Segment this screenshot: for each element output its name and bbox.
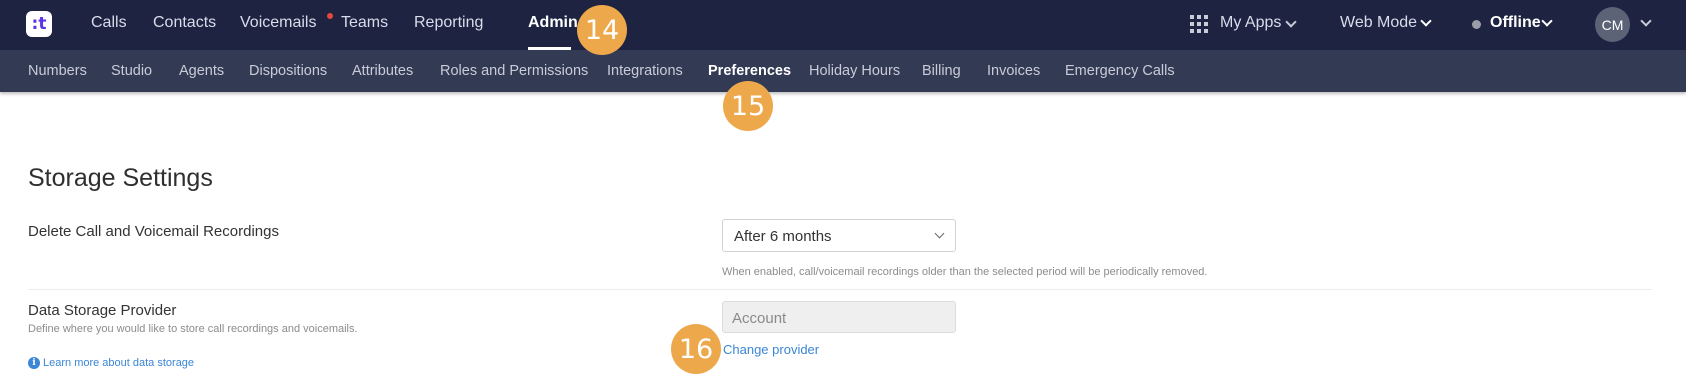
nav-voicemails[interactable]: Voicemails — [240, 14, 316, 32]
delete-recordings-help: When enabled, call/voicemail recordings … — [722, 266, 1208, 278]
delete-recordings-value: After 6 months — [734, 228, 832, 245]
subnav-studio[interactable]: Studio — [111, 63, 152, 79]
step-badge-16: 16 — [671, 324, 721, 374]
user-avatar[interactable]: CM — [1595, 7, 1630, 42]
info-icon: i — [28, 357, 40, 369]
step-badge-15: 15 — [723, 81, 773, 131]
voicemail-notification-dot — [327, 13, 333, 19]
storage-provider-field: Account — [722, 301, 956, 333]
logo-icon: :t — [31, 13, 47, 34]
subnav-roles-and-permissions[interactable]: Roles and Permissions — [440, 63, 588, 79]
page-title: Storage Settings — [28, 164, 213, 192]
status-indicator-icon — [1472, 20, 1481, 29]
nav-reporting[interactable]: Reporting — [414, 14, 483, 32]
subnav-holiday-hours[interactable]: Holiday Hours — [809, 63, 900, 79]
status-menu[interactable]: Offline — [1490, 14, 1541, 32]
chevron-down-icon[interactable] — [1420, 15, 1432, 27]
subnav-integrations[interactable]: Integrations — [607, 63, 683, 79]
delete-recordings-select[interactable]: After 6 months — [722, 219, 956, 252]
chevron-down-icon[interactable] — [1640, 15, 1652, 27]
chevron-down-icon — [934, 228, 945, 239]
subnav-dispositions[interactable]: Dispositions — [249, 63, 327, 79]
change-provider-link[interactable]: Change provider — [723, 342, 819, 357]
delete-recordings-label: Delete Call and Voicemail Recordings — [28, 223, 279, 240]
top-nav-bar: :t Calls Contacts Voicemails Teams Repor… — [0, 0, 1686, 50]
learn-more-link[interactable]: Learn more about data storage — [43, 357, 194, 369]
admin-sub-nav: Numbers Studio Agents Dispositions Attri… — [0, 50, 1686, 92]
subnav-agents[interactable]: Agents — [179, 63, 224, 79]
subnav-invoices[interactable]: Invoices — [987, 63, 1040, 79]
nav-teams[interactable]: Teams — [341, 14, 388, 32]
subnav-preferences[interactable]: Preferences — [708, 63, 791, 79]
data-storage-provider-label: Data Storage Provider — [28, 302, 177, 319]
section-divider — [28, 289, 1652, 290]
subnav-billing[interactable]: Billing — [922, 63, 961, 79]
app-logo[interactable]: :t — [26, 11, 52, 37]
subnav-emergency-calls[interactable]: Emergency Calls — [1065, 63, 1175, 79]
subnav-numbers[interactable]: Numbers — [28, 63, 87, 79]
apps-grid-icon[interactable] — [1190, 15, 1208, 33]
chevron-down-icon[interactable] — [1285, 16, 1297, 28]
nav-admin[interactable]: Admin — [528, 14, 578, 32]
data-storage-provider-description: Define where you would like to store cal… — [28, 323, 358, 335]
nav-contacts[interactable]: Contacts — [153, 14, 216, 32]
my-apps-menu[interactable]: My Apps — [1220, 14, 1281, 32]
web-mode-menu[interactable]: Web Mode — [1340, 14, 1417, 32]
chevron-down-icon[interactable] — [1541, 15, 1553, 27]
step-badge-14: 14 — [577, 5, 627, 55]
nav-calls[interactable]: Calls — [91, 14, 127, 32]
subnav-attributes[interactable]: Attributes — [352, 63, 413, 79]
